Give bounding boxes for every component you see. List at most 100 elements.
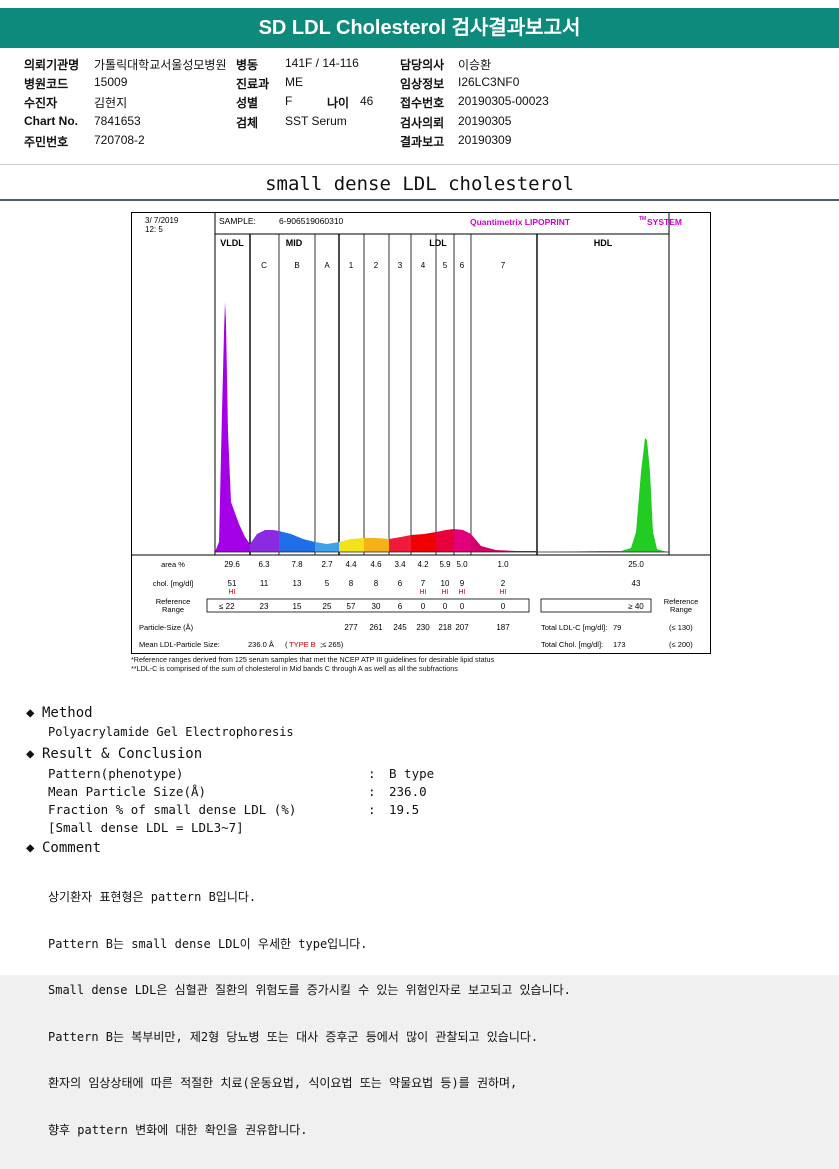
sample-id: 6-906519060310	[279, 216, 344, 226]
diamond-bullet-icon: ◆	[26, 746, 35, 762]
chol-value: 43	[632, 579, 641, 588]
band-label: 6	[460, 261, 465, 270]
patient-label: 수진자	[24, 96, 58, 110]
row-label-chol: chol. [mg/dl]	[153, 579, 193, 588]
receipt-value: 20190305-00023	[458, 94, 549, 108]
band-label: 1	[349, 261, 354, 270]
resident-value: 720708-2	[94, 133, 145, 147]
band-label: A	[324, 261, 330, 270]
chart-time: 12: 5	[145, 225, 163, 234]
chol-value: 8	[374, 579, 379, 588]
area-value: 4.4	[345, 560, 357, 569]
total-ldl-ref: (≤ 130)	[669, 623, 693, 632]
patient-value: 김현지	[94, 96, 128, 110]
result-key: Pattern(phenotype)	[48, 766, 184, 781]
result-key: Mean Particle Size(Å)	[48, 784, 207, 799]
hospital-label: 의뢰기관명	[24, 58, 80, 72]
area-value: 4.6	[370, 560, 382, 569]
footnote-2: **LDL-C is comprised of the sum of chole…	[131, 664, 458, 673]
comment-heading: ◆ Comment	[26, 840, 102, 856]
chart-date: 3/ 7/2019	[145, 216, 179, 225]
clinical-label: 임상정보	[400, 77, 445, 91]
area-value: 7.8	[291, 560, 303, 569]
sample-label: SAMPLE:	[219, 216, 256, 226]
particle-size-value: 207	[455, 623, 469, 632]
chol-value: 2	[501, 579, 506, 588]
footnote-1: *Reference ranges derived from 125 serum…	[131, 655, 495, 664]
report-page: SD LDL Cholesterol 검사결과보고서 의뢰기관명 가톨릭대학교서…	[0, 0, 839, 1137]
chol-value: 7	[421, 579, 426, 588]
dept-value: ME	[285, 75, 303, 89]
total-chol-value: 173	[613, 640, 626, 649]
brand-tm: TM	[639, 216, 646, 222]
sex-value: F	[285, 94, 293, 108]
method-heading: ◆ Method	[26, 705, 93, 721]
hi-flag: HI	[229, 589, 236, 596]
brand-name: Quantimetrix LIPOPRINT	[470, 217, 571, 227]
diamond-bullet-icon: ◆	[26, 705, 35, 721]
chol-value: 51	[228, 579, 237, 588]
doctor-value: 이승환	[458, 58, 492, 72]
divider	[0, 199, 839, 201]
comment-line: 향후 pattern 변화에 대한 확인을 권유합니다.	[48, 1122, 308, 1137]
ref-value: 0	[460, 602, 465, 611]
chol-value: 5	[325, 579, 330, 588]
band-label: B	[294, 261, 299, 270]
ldl5-area	[436, 529, 454, 552]
receipt-label: 접수번호	[400, 96, 445, 110]
hi-flag: HI	[442, 589, 449, 596]
ref-value: 57	[347, 602, 356, 611]
particle-size-value: 277	[344, 623, 358, 632]
hi-flag: HI	[459, 589, 466, 596]
ref-value: 0	[501, 602, 506, 611]
total-chol-ref: (≤ 200)	[669, 640, 693, 649]
ldl2-area	[364, 538, 389, 552]
hospcode-label: 병원코드	[24, 77, 69, 91]
ref-value: ≥ 40	[628, 602, 644, 611]
group-hdl: HDL	[594, 238, 613, 248]
area-value: 1.0	[497, 560, 509, 569]
divider	[0, 164, 839, 165]
result-value: B type	[389, 766, 435, 781]
comment-line: 환자의 임상상태에 따른 적절한 치료(운동요법, 식이요법 또는 약물요법 등…	[48, 1076, 518, 1090]
result-sep: :	[368, 766, 376, 781]
area-value: 29.6	[224, 560, 240, 569]
ldl4-area	[411, 532, 436, 552]
particle-size-value: 187	[496, 623, 510, 632]
band-label: 4	[421, 261, 426, 270]
result-sep: :	[368, 802, 376, 817]
report-value: 20190309	[458, 133, 512, 147]
dept-label: 진료과	[236, 77, 270, 91]
band-label: 7	[501, 261, 506, 270]
lipoprint-chart: 3/ 7/201912: 5 SAMPLE: 6-906519060310 Quant…	[131, 212, 711, 654]
ref-value: 30	[372, 602, 381, 611]
resident-label: 주민번호	[24, 135, 69, 149]
comment-text: 상기환자 표현형은 pattern B입니다. Pattern B는 small…	[48, 859, 571, 1169]
mean-type-close: ;≤ 265)	[320, 640, 344, 649]
chart-no-value: 7841653	[94, 114, 141, 128]
row-label-size: Particle-Size (Å)	[139, 623, 194, 632]
particle-size-value: 230	[416, 623, 430, 632]
brand-system: SYSTEM	[647, 217, 682, 227]
band-label: 5	[443, 261, 448, 270]
request-label: 검사의뢰	[400, 116, 445, 130]
age-value: 46	[360, 94, 374, 108]
row-label-ref: Range	[162, 605, 184, 614]
result-heading: ◆ Result & Conclusion	[26, 746, 203, 762]
diamond-bullet-icon: ◆	[26, 840, 35, 856]
group-vldl: VLDL	[220, 238, 244, 248]
report-title: SD LDL Cholesterol 검사결과보고서	[0, 8, 839, 48]
clinical-value: I26LC3NF0	[458, 75, 520, 89]
chol-value: 10	[441, 579, 450, 588]
sex-label: 성별	[236, 96, 259, 110]
ref-value: 15	[293, 602, 302, 611]
area-value: 5.9	[439, 560, 451, 569]
hospcode-value: 15009	[94, 75, 128, 89]
result-value: 236.0	[389, 784, 427, 799]
ward-label: 병동	[236, 58, 259, 72]
comment-line: Pattern B는 복부비만, 제2형 당뇨병 또는 대사 증후군 등에서 많…	[48, 1029, 539, 1044]
chol-value: 11	[260, 579, 269, 588]
ref-value: 25	[323, 602, 332, 611]
band-label: 2	[374, 261, 379, 270]
area-value: 3.4	[394, 560, 406, 569]
